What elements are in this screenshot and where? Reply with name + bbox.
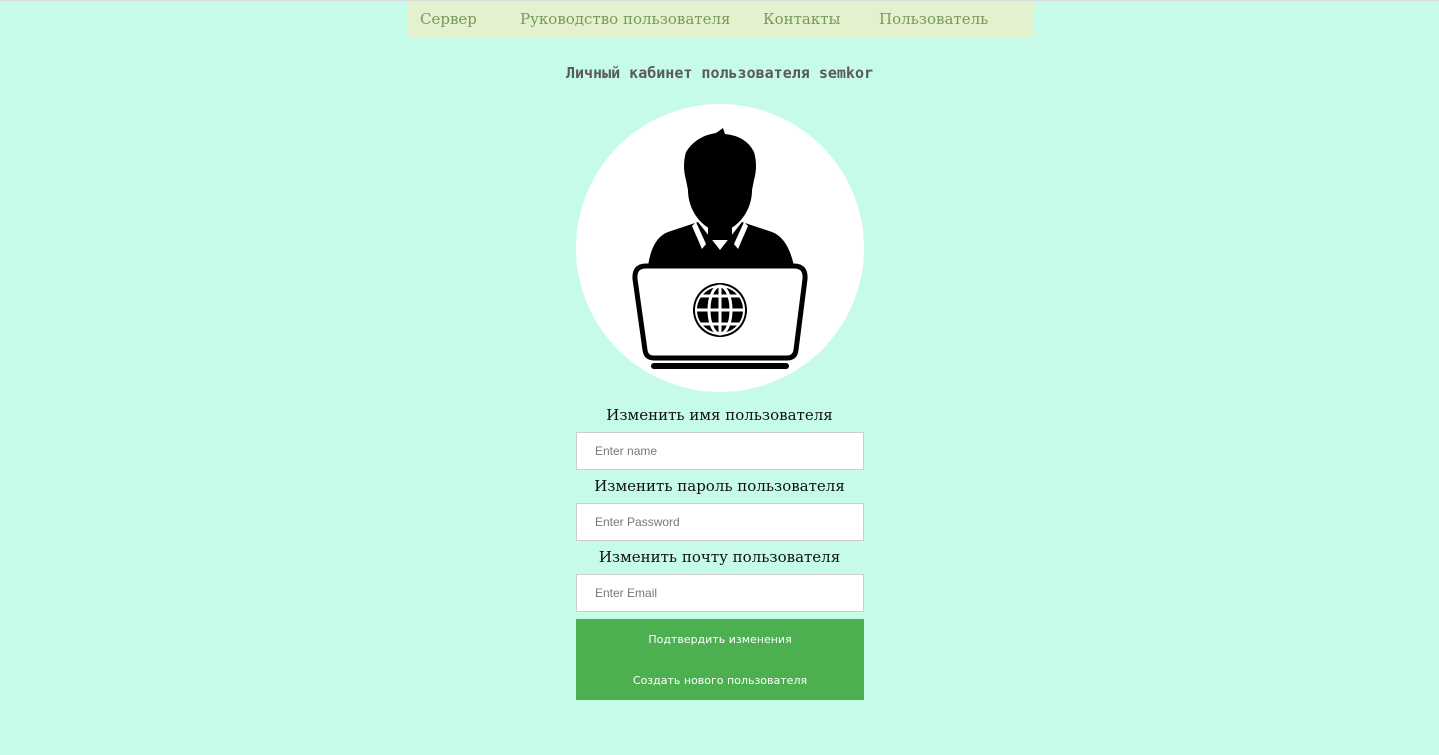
password-input[interactable] [576,503,864,541]
nav-item-user[interactable]: Пользователь [879,10,988,28]
avatar [576,104,864,392]
nav-item-user-guide[interactable]: Руководство пользователя [520,10,730,28]
email-label: Изменить почту пользователя [598,548,841,566]
name-label: Изменить имя пользователя [606,406,833,424]
nav-item-contacts[interactable]: Контакты [763,10,841,28]
page-title: Личный кабинет пользователя semkor [565,64,874,82]
password-label: Изменить пароль пользователя [594,477,845,495]
top-navbar: Сервер Руководство пользователя Контакты… [407,1,1033,37]
create-user-button[interactable]: Создать нового пользователя [576,660,864,700]
user-at-laptop-globe-icon [632,128,808,369]
button-panel: Подтвердить изменения Создать нового пол… [576,619,864,700]
nav-item-server[interactable]: Сервер [420,10,477,28]
name-input[interactable] [576,432,864,470]
confirm-changes-button[interactable]: Подтвердить изменения [576,619,864,659]
email-input[interactable] [576,574,864,612]
